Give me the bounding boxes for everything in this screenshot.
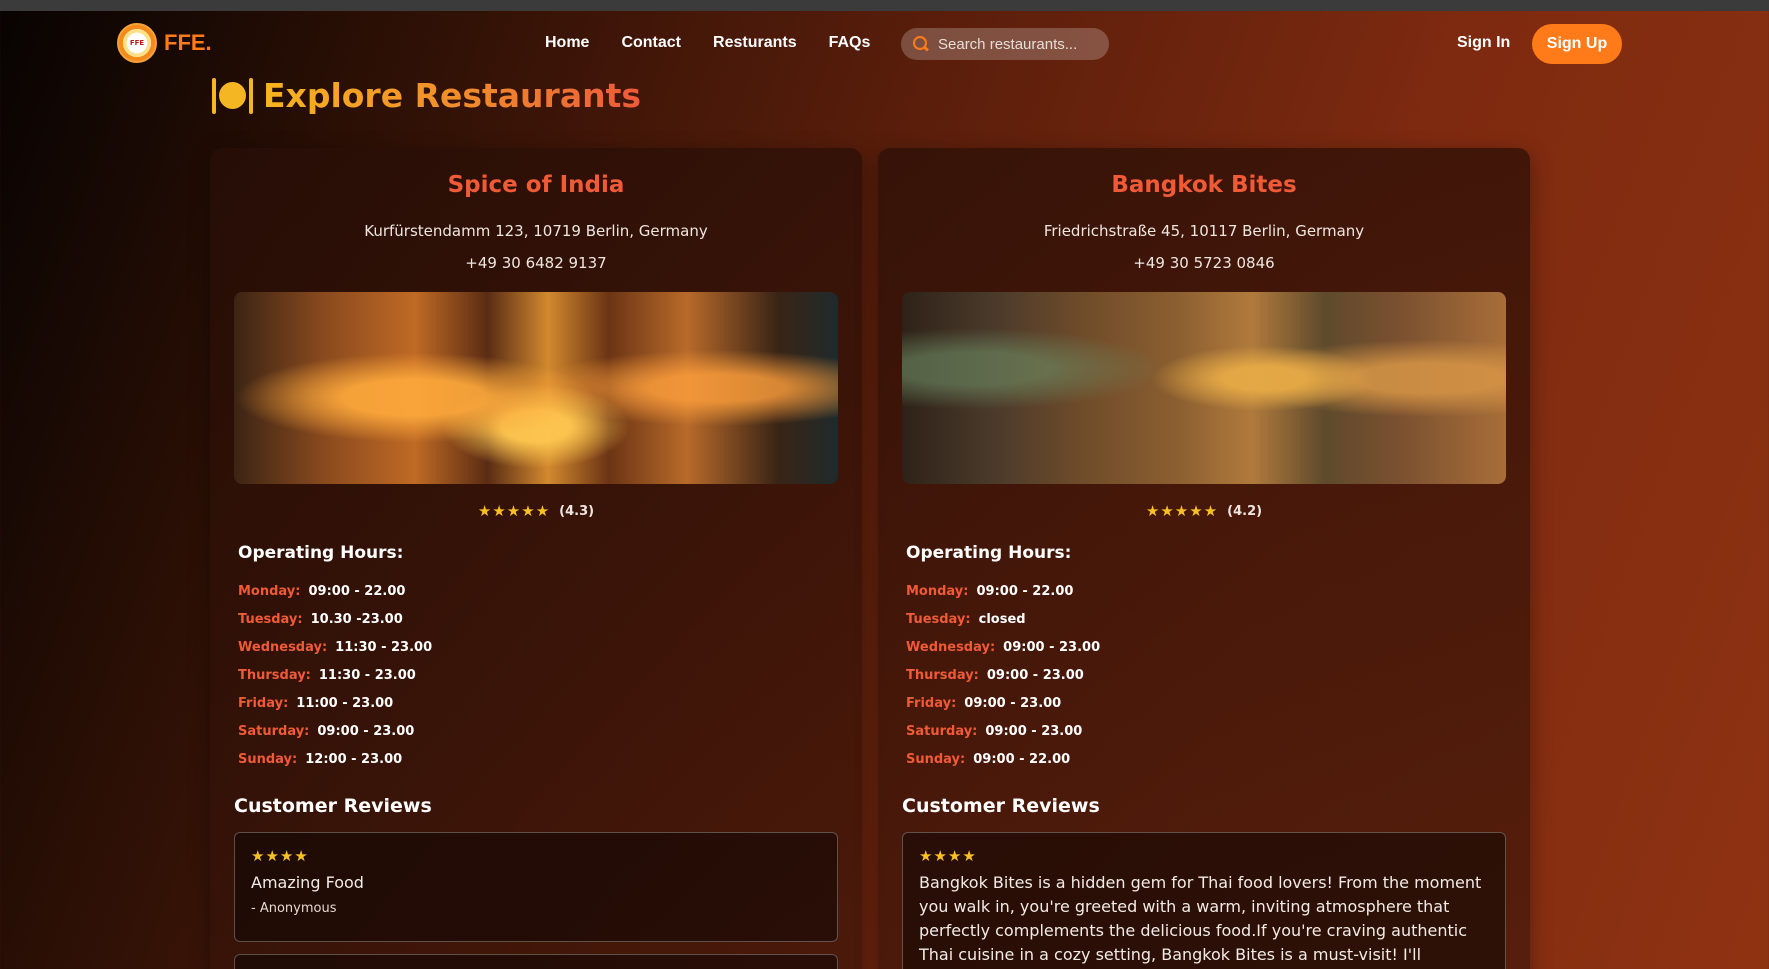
restaurant-image [234,292,838,484]
review-text: Bangkok Bites is a hidden gem for Thai f… [919,873,1482,964]
logo-badge-text: FFE [129,38,145,47]
hours-row: Wednesday: 11:30 - 23.00 [238,633,432,661]
hours-time: 11:00 - 23.00 [296,695,394,711]
hours-time: 09:00 - 23.00 [986,667,1084,683]
logo-badge-icon: FFE [117,23,157,63]
nav-link-restaurants[interactable]: Resturants [713,34,797,52]
hours-time: 09:00 - 23.00 [1003,639,1101,655]
review-card: ★★★★ Amazing Food - Anonymous [234,832,838,942]
hours-time: 09:00 - 23.00 [985,723,1083,739]
hours-row: Thursday: 11:30 - 23.00 [238,661,432,689]
restaurant-rating: ★★★★★ (4.3) [210,502,862,520]
hours-day: Wednesday: [906,639,996,655]
restaurant-rating: ★★★★★ (4.2) [878,502,1530,520]
operating-hours-list: Monday: 09:00 - 22.00 Tuesday: 10.30 -23.0… [238,577,432,773]
hours-day: Saturday: [238,723,310,739]
review-author: - Anonymous [251,901,337,916]
hours-time: closed [978,611,1026,627]
brand-name: FFE. [164,30,212,55]
hours-day: Monday: [906,583,969,599]
customer-reviews-title: Customer Reviews [234,795,432,817]
search-icon [913,36,929,52]
hours-row: Sunday: 09:00 - 22.00 [906,745,1100,773]
plate-cutlery-icon [211,77,253,114]
page-title-row: Explore Restaurants [211,76,641,115]
hours-row: Wednesday: 09:00 - 23.00 [906,633,1100,661]
hours-row: Tuesday: 10.30 -23.00 [238,605,432,633]
nav-link-faqs[interactable]: FAQs [829,34,871,52]
nav-link-contact[interactable]: Contact [621,34,681,52]
brand-logo[interactable]: FFE FFE. [117,23,212,63]
hours-row: Friday: 11:00 - 23.00 [238,689,432,717]
hours-day: Thursday: [906,667,979,683]
search-box[interactable] [901,28,1109,60]
restaurant-phone: +49 30 6482 9137 [465,254,607,272]
rating-score: (4.2) [1227,503,1263,519]
hours-time: 09:00 - 22.00 [976,583,1074,599]
rating-stars-icon: ★★★★★ [477,502,551,520]
hours-time: 09:00 - 22.00 [308,583,406,599]
hours-time: 11:30 - 23.00 [335,639,433,655]
hours-day: Saturday: [906,723,978,739]
hours-row: Tuesday: closed [906,605,1100,633]
hours-row: Monday: 09:00 - 22.00 [906,577,1100,605]
operating-hours-list: Monday: 09:00 - 22.00 Tuesday: closed Wedn… [906,577,1100,773]
hours-time: 11:30 - 23.00 [318,667,416,683]
hours-row: Saturday: 09:00 - 23.00 [906,717,1100,745]
hours-row: Friday: 09:00 - 23.00 [906,689,1100,717]
review-card [234,954,838,969]
hours-row: Saturday: 09:00 - 23.00 [238,717,432,745]
restaurant-image [902,292,1506,484]
hours-day: Friday: [238,695,289,711]
customer-reviews-title: Customer Reviews [902,795,1100,817]
hours-day: Wednesday: [238,639,328,655]
operating-hours-title: Operating Hours: [906,543,1072,563]
nav-links: Home Contact Resturants FAQs [545,34,902,52]
hours-day: Monday: [238,583,301,599]
restaurant-name[interactable]: Bangkok Bites [878,172,1530,198]
restaurant-name[interactable]: Spice of India [210,172,862,198]
hours-row: Thursday: 09:00 - 23.00 [906,661,1100,689]
sign-in-link[interactable]: Sign In [1457,34,1510,52]
hours-time: 12:00 - 23.00 [305,751,403,767]
review-stars-icon: ★★★★ [919,847,977,865]
browser-top-strip [0,0,1769,11]
review-text: Amazing Food [251,873,364,892]
rating-stars-icon: ★★★★★ [1145,502,1219,520]
review-card: ★★★★ Bangkok Bites is a hidden gem for T… [902,832,1506,969]
navbar: FFE FFE. Home Contact Resturants FAQs Si… [0,11,1769,77]
hours-day: Thursday: [238,667,311,683]
hours-row: Monday: 09:00 - 22.00 [238,577,432,605]
hours-day: Sunday: [906,751,966,767]
review-stars-icon: ★★★★ [251,847,309,865]
hours-time: 09:00 - 23.00 [964,695,1062,711]
search-input[interactable] [938,35,1098,53]
operating-hours-title: Operating Hours: [238,543,404,563]
hours-day: Sunday: [238,751,298,767]
restaurant-card: Spice of India Kurfürstendamm 123, 10719… [210,148,862,969]
hours-day: Tuesday: [906,611,971,627]
hours-time: 09:00 - 22.00 [973,751,1071,767]
hours-time: 10.30 -23.00 [310,611,403,627]
hours-day: Tuesday: [238,611,303,627]
sign-up-button[interactable]: Sign Up [1532,24,1622,64]
rating-score: (4.3) [559,503,595,519]
hours-time: 09:00 - 23.00 [317,723,415,739]
hours-row: Sunday: 12:00 - 23.00 [238,745,432,773]
restaurant-card: Bangkok Bites Friedrichstraße 45, 10117 … [878,148,1530,969]
restaurant-address: Friedrichstraße 45, 10117 Berlin, German… [1043,222,1365,240]
page-title: Explore Restaurants [263,76,642,115]
hours-day: Friday: [906,695,957,711]
restaurant-address: Kurfürstendamm 123, 10719 Berlin, German… [364,222,708,240]
restaurant-phone: +49 30 5723 0846 [1133,254,1275,272]
nav-link-home[interactable]: Home [545,34,589,52]
